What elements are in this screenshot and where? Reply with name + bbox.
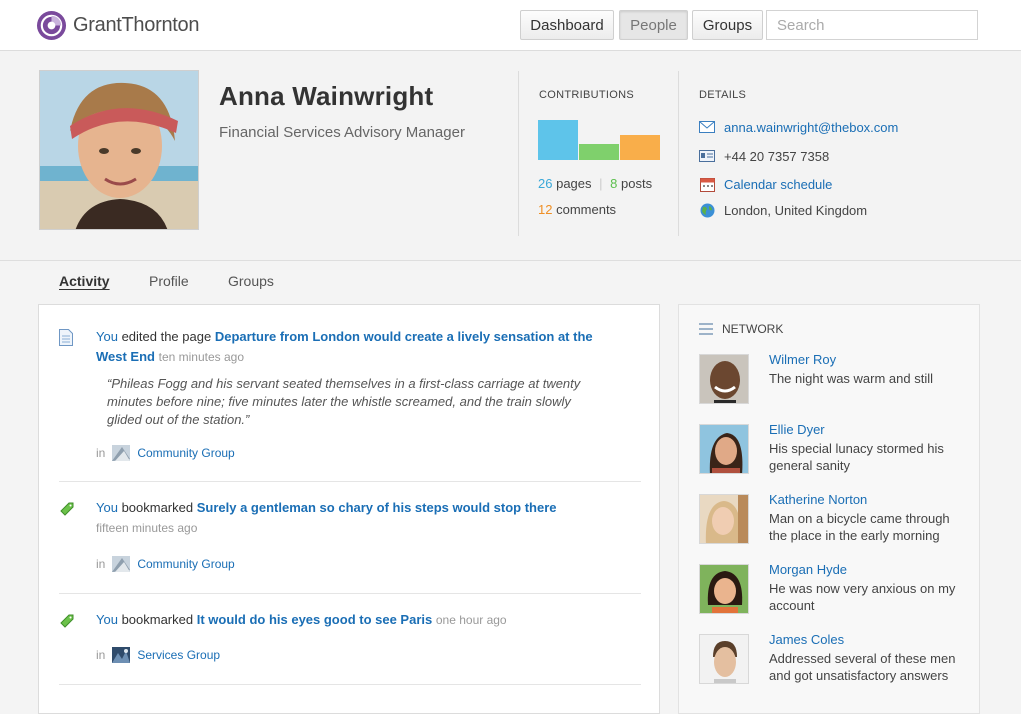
nav-people-button[interactable]: People xyxy=(619,10,688,40)
contact-card-icon xyxy=(699,148,715,164)
in-label: in xyxy=(96,446,106,460)
nav-groups-button[interactable]: Groups xyxy=(692,10,763,40)
action-text: edited the page xyxy=(121,329,212,344)
actor-link[interactable]: You xyxy=(96,612,118,627)
person-avatar[interactable] xyxy=(699,354,749,404)
activity-text: You edited the page Departure from Londo… xyxy=(96,327,626,367)
person-status: Man on a bicycle came through the place … xyxy=(769,511,950,543)
target-link[interactable]: It would do his eyes good to see Paris xyxy=(197,612,433,627)
envelope-icon xyxy=(699,119,715,135)
tab-activity[interactable]: Activity xyxy=(59,273,110,289)
calendar-row[interactable]: Calendar schedule xyxy=(699,175,832,193)
logo-text: GrantThornton xyxy=(73,13,200,36)
email-link[interactable]: anna.wainwright@thebox.com xyxy=(724,120,898,135)
logo[interactable]: GrantThornton xyxy=(36,9,199,41)
network-heading-row: NETWORK xyxy=(699,322,783,336)
divider xyxy=(59,481,641,482)
nav-dashboard-button[interactable]: Dashboard xyxy=(520,10,614,40)
profile-header: Anna Wainwright Financial Services Advis… xyxy=(0,51,1021,261)
location-text: London, United Kingdom xyxy=(724,202,868,218)
activity-text: You bookmarked It would do his eyes good… xyxy=(96,610,626,630)
action-text: bookmarked xyxy=(121,612,194,627)
timestamp: ten minutes ago xyxy=(158,350,245,364)
person-name-link[interactable]: Wilmer Roy xyxy=(769,352,836,367)
activity-text: You bookmarked Surely a gentleman so cha… xyxy=(96,498,626,518)
person-status: He was now very anxious on my account xyxy=(769,581,956,613)
person-avatar[interactable] xyxy=(699,424,749,474)
phone-number: +44 20 7357 7358 xyxy=(724,148,830,164)
quote-text: “Phileas Fogg and his servant seated the… xyxy=(107,376,581,427)
person-status: Addressed several of these men and got u… xyxy=(769,651,956,683)
group-link[interactable]: Community Group xyxy=(137,557,234,571)
person-avatar[interactable] xyxy=(699,634,749,684)
comments-label: comments xyxy=(556,202,617,217)
email-row[interactable]: anna.wainwright@thebox.com xyxy=(699,118,898,136)
divider xyxy=(59,593,641,594)
actor-link[interactable]: You xyxy=(96,329,118,344)
timestamp: one hour ago xyxy=(435,613,507,627)
bookmark-icon xyxy=(59,612,76,632)
group-thumbnail-icon xyxy=(112,445,131,461)
contributions-pages-posts: 26 pages | 8 posts xyxy=(538,176,652,191)
group-line: in Services Group xyxy=(96,647,220,663)
group-line: in Community Group xyxy=(96,556,235,572)
search-input[interactable] xyxy=(766,10,978,40)
pages-count: 26 xyxy=(538,176,553,191)
divider xyxy=(518,71,519,236)
contributions-comments: 12 comments xyxy=(538,202,616,217)
phone-row: +44 20 7357 7358 xyxy=(699,147,829,165)
top-bar: GrantThornton Dashboard People Groups xyxy=(0,0,1021,51)
group-link[interactable]: Community Group xyxy=(137,446,234,460)
grant-thornton-logo-icon xyxy=(36,10,67,40)
person-name-link[interactable]: Ellie Dyer xyxy=(769,422,825,437)
contributions-bar-posts xyxy=(579,144,619,160)
network-heading: NETWORK xyxy=(722,322,784,336)
calendar-icon xyxy=(699,176,715,192)
comments-count: 12 xyxy=(538,202,553,217)
group-link[interactable]: Services Group xyxy=(137,648,220,662)
profile-name: Anna Wainwright xyxy=(219,81,434,111)
page-icon xyxy=(59,329,73,349)
person-name-link[interactable]: Morgan Hyde xyxy=(769,562,847,577)
contributions-heading: CONTRIBUTIONS xyxy=(539,89,634,101)
details-heading: DETAILS xyxy=(699,89,747,101)
pages-label: pages xyxy=(556,176,592,191)
contributions-bar-pages xyxy=(538,120,578,160)
list-icon xyxy=(699,323,713,335)
bookmark-icon xyxy=(59,500,76,520)
location-row: London, United Kingdom xyxy=(699,201,867,219)
person-name-link[interactable]: James Coles xyxy=(769,632,844,647)
group-thumbnail-icon xyxy=(112,647,131,663)
divider xyxy=(59,684,641,685)
person-avatar[interactable] xyxy=(699,494,749,544)
tab-profile[interactable]: Profile xyxy=(149,273,189,289)
calendar-schedule-link[interactable]: Calendar schedule xyxy=(724,177,832,192)
profile-title: Financial Services Advisory Manager xyxy=(219,124,465,141)
tab-groups[interactable]: Groups xyxy=(228,273,274,289)
action-text: bookmarked xyxy=(121,500,194,515)
target-link[interactable]: Surely a gentleman so chary of his steps… xyxy=(197,500,557,515)
activity-feed: You edited the page Departure from Londo… xyxy=(38,304,660,714)
person-status: His special lunacy stormed his general s… xyxy=(769,441,944,473)
separator: | xyxy=(599,176,603,191)
person-avatar[interactable] xyxy=(699,564,749,614)
posts-count: 8 xyxy=(610,176,618,191)
group-line: in Community Group xyxy=(96,445,235,461)
in-label: in xyxy=(96,557,106,571)
posts-label: posts xyxy=(621,176,653,191)
globe-icon xyxy=(699,202,715,218)
network-panel: NETWORK Wilmer Roy The night was warm an… xyxy=(678,304,980,714)
person-name-link[interactable]: Katherine Norton xyxy=(769,492,867,507)
actor-link[interactable]: You xyxy=(96,500,118,515)
person-status: The night was warm and still xyxy=(769,371,934,386)
in-label: in xyxy=(96,648,106,662)
divider xyxy=(678,71,679,236)
profile-avatar xyxy=(39,70,199,230)
group-thumbnail-icon xyxy=(112,556,131,572)
contributions-bar-comments xyxy=(620,135,660,160)
timestamp: fifteen minutes ago xyxy=(96,521,198,535)
